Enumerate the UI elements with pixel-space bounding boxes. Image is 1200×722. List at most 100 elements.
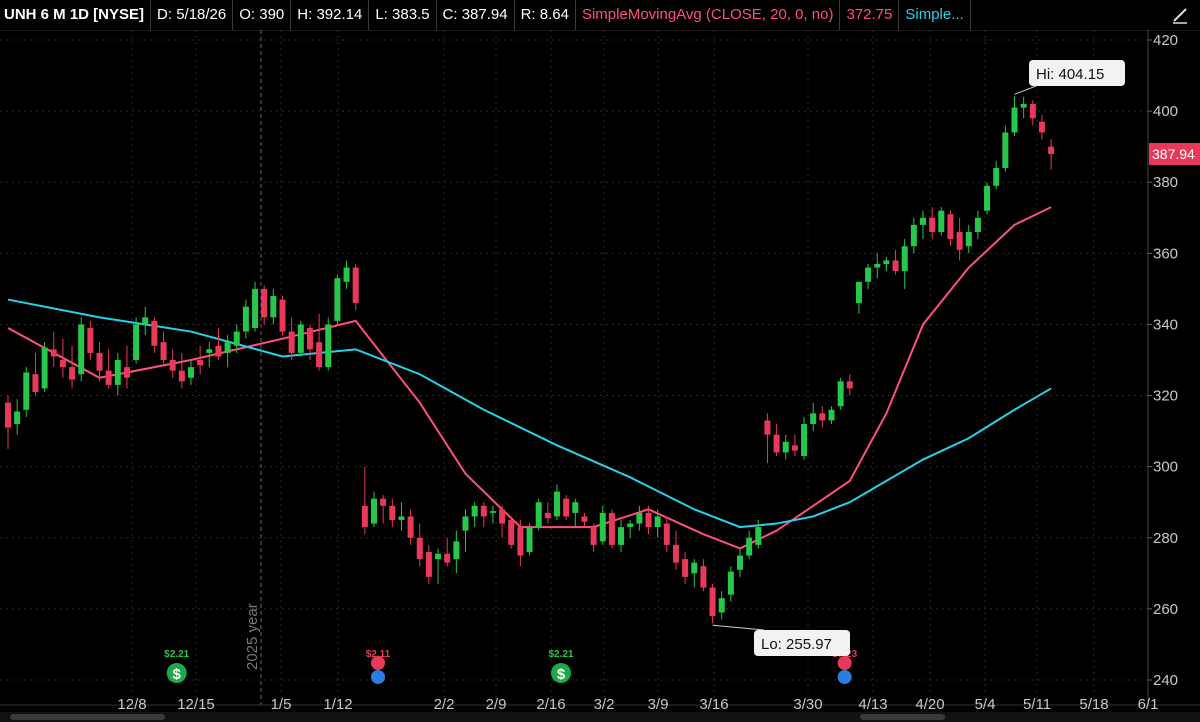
candle-body: [764, 420, 771, 435]
candle-body: [709, 587, 716, 616]
sma50-study-label[interactable]: Simple...: [899, 0, 971, 30]
candle-body: [87, 328, 94, 353]
candle-body: [206, 349, 213, 353]
price-tick-label: 360: [1153, 245, 1178, 262]
time-tick-label: 4/13: [858, 696, 887, 712]
candle-body: [462, 516, 469, 531]
candle-body: [718, 598, 725, 613]
scrollbar-thumb-left[interactable]: [10, 714, 165, 720]
candle-body: [965, 232, 972, 247]
candle-body: [672, 544, 679, 563]
chart-menu-button[interactable]: [1160, 0, 1200, 30]
candle-body: [956, 232, 963, 250]
candle-body: [1038, 121, 1045, 133]
price-tick-label: 300: [1153, 459, 1178, 476]
earnings-detail-icon: [371, 670, 385, 684]
open-readout: O: 390: [233, 0, 292, 30]
sma20-study-value: 372.75: [840, 0, 900, 30]
time-scrollbar[interactable]: [0, 712, 1200, 722]
candle-body: [142, 317, 149, 325]
candle-body: [618, 527, 625, 545]
time-tick-label: 1/5: [271, 696, 292, 712]
candle-body: [23, 372, 30, 410]
candle-body: [233, 331, 240, 346]
candle-body: [69, 367, 76, 380]
candle-body: [59, 360, 66, 368]
time-tick-label: 4/20: [915, 696, 944, 712]
candle-body: [352, 267, 359, 304]
price-tick-label: 400: [1153, 103, 1178, 120]
time-tick-label: 3/16: [699, 696, 728, 712]
candle-body: [599, 512, 606, 542]
candle-body: [974, 217, 981, 232]
dividend-icon-glyph: $: [557, 666, 566, 683]
candle-body: [984, 185, 991, 211]
candle-body: [746, 537, 753, 556]
candle-body: [819, 413, 826, 421]
candle-body: [306, 328, 313, 350]
candle-body: [32, 374, 39, 392]
scrollbar-thumb-right[interactable]: [860, 714, 945, 720]
price-tick-label: 280: [1153, 530, 1178, 547]
candle-body: [517, 527, 524, 556]
candle-body: [425, 552, 432, 577]
candle-body: [197, 360, 204, 366]
candle-body: [645, 512, 652, 528]
candle-body: [810, 413, 817, 424]
candle-body: [865, 267, 872, 282]
candle-body: [947, 214, 954, 240]
sma20-study-label[interactable]: SimpleMovingAvg (CLOSE, 20, 0, no): [576, 0, 841, 30]
price-tick-label: 420: [1153, 32, 1178, 49]
candle-body: [526, 527, 533, 552]
candle-body: [554, 491, 560, 517]
time-tick-label: 2/16: [536, 696, 565, 712]
time-tick-label: 6/1: [1138, 696, 1159, 712]
high-label: Hi: 404.15: [1036, 66, 1104, 83]
candle-body: [737, 555, 743, 570]
candle-body: [471, 505, 478, 517]
candle-body: [855, 281, 862, 304]
candle-body: [114, 360, 121, 385]
time-tick-label: 5/18: [1079, 696, 1108, 712]
candle-body: [96, 352, 103, 371]
time-axis[interactable]: 12/8 12/15 1/5 1/12 2/2 2/9 2/16 3/2 3/9 3/16 3/30…: [0, 696, 1200, 712]
candle-body: [1029, 104, 1036, 119]
price-axis[interactable]: 240 260 280 300 320 340 360 380 400 420: [1147, 30, 1178, 705]
earnings-detail-icon: [837, 670, 852, 684]
candle-body: [700, 566, 707, 588]
candle-body: [480, 505, 487, 517]
candle-body: [261, 288, 268, 318]
candle-body: [288, 331, 295, 353]
candle-body: [50, 349, 57, 357]
time-tick-label: 2/2: [434, 696, 455, 712]
symbol-label[interactable]: UNH 6 M 1D [NYSE]: [0, 0, 152, 30]
candle-body: [581, 516, 588, 522]
price-tick-label: 380: [1153, 174, 1178, 191]
candle-body: [297, 324, 304, 353]
price-chart[interactable]: 2025 year $2.21$$2.11$2.21$$7.23 Hi: 404…: [0, 30, 1200, 712]
candle-body: [920, 217, 926, 225]
candle-body: [1020, 104, 1027, 108]
candle-body: [608, 512, 615, 545]
price-tick-label: 240: [1153, 672, 1178, 689]
candle-body: [133, 324, 140, 360]
candle-body: [169, 360, 176, 371]
candle-body: [773, 434, 780, 453]
candle-body: [901, 246, 908, 272]
moving-average-lines: [7, 206, 1052, 550]
time-tick-label: 3/9: [648, 696, 669, 712]
candle-body: [1048, 146, 1055, 154]
candle-body: [910, 224, 917, 247]
candle-body: [361, 505, 368, 528]
candle-body: [389, 505, 396, 520]
candle-body: [489, 511, 496, 513]
candle-body: [123, 367, 130, 378]
price-tick-label: 340: [1153, 316, 1178, 333]
candle-body: [151, 320, 158, 346]
last-price-tag: 387.94: [1149, 142, 1200, 165]
time-tick-label: 3/2: [594, 696, 615, 712]
candle-body: [215, 345, 222, 357]
candle-body: [5, 402, 11, 428]
candle-body: [188, 367, 194, 378]
candle-body: [727, 571, 734, 595]
